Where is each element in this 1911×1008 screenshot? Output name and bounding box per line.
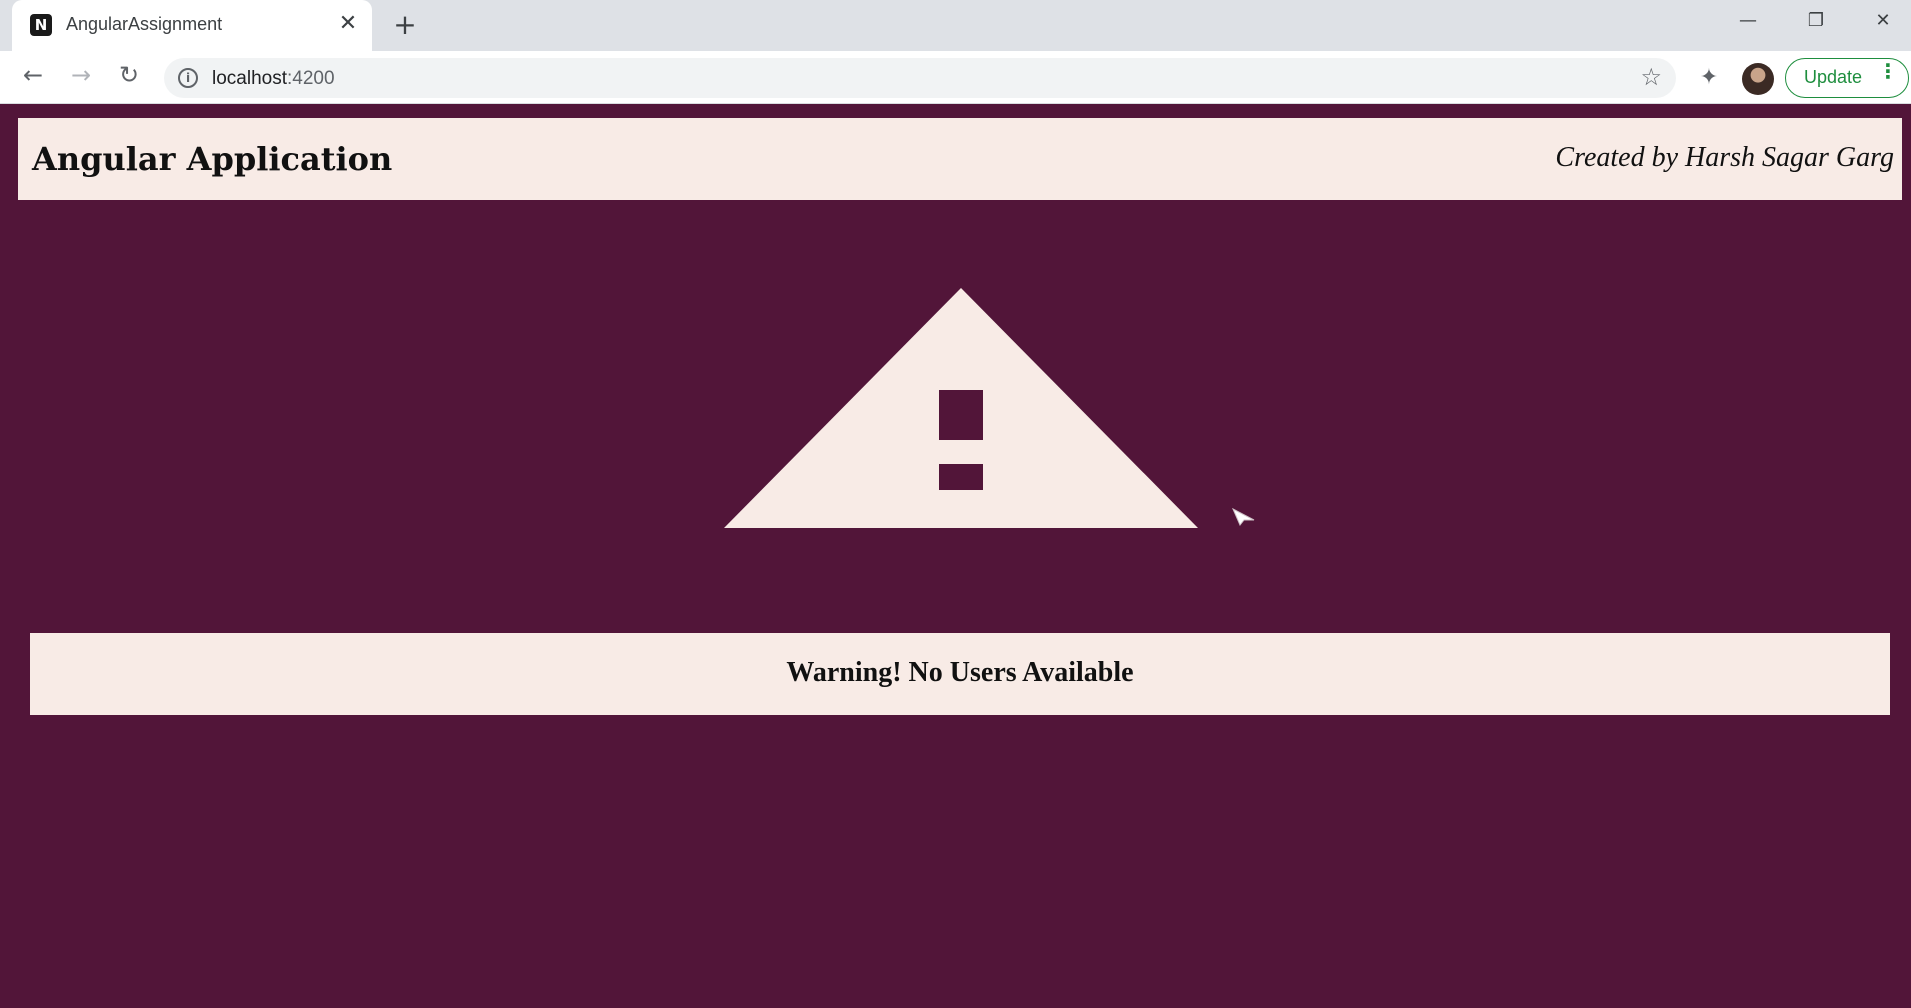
- update-button[interactable]: Update ⋮: [1785, 58, 1909, 98]
- forward-arrow-icon[interactable]: →: [64, 61, 98, 95]
- update-label: Update: [1804, 67, 1863, 87]
- browser-toolbar: ← → ↻ i localhost:4200 ☆ ✦ Update ⋮: [0, 51, 1911, 104]
- warning-triangle-icon: [724, 288, 1198, 528]
- profile-avatar[interactable]: [1742, 63, 1774, 95]
- site-info-icon[interactable]: i: [178, 68, 198, 88]
- mouse-cursor-icon: [1232, 508, 1255, 526]
- restore-icon[interactable]: ❐: [1788, 0, 1844, 42]
- app-header: Angular Application Created by Harsh Sag…: [18, 118, 1902, 200]
- close-icon[interactable]: ✕: [335, 11, 361, 37]
- star-icon[interactable]: ☆: [1640, 63, 1662, 91]
- browser-tab[interactable]: N AngularAssignment ✕: [12, 0, 372, 51]
- browser-tabstrip: N AngularAssignment ✕ + — ❐ ✕: [0, 0, 1911, 51]
- reload-icon[interactable]: ↻: [112, 61, 146, 95]
- url-host: localhost: [212, 68, 287, 89]
- warning-banner: Warning! No Users Available: [30, 633, 1890, 715]
- angular-favicon-icon: N: [30, 14, 52, 36]
- warning-message: Warning! No Users Available: [786, 657, 1134, 688]
- vertical-dots-icon[interactable]: ⋮: [1878, 59, 1898, 83]
- url-port: :4200: [287, 68, 335, 89]
- tab-title: AngularAssignment: [66, 14, 223, 34]
- author-credit: Created by Harsh Sagar Garg: [1555, 142, 1894, 173]
- url-text[interactable]: localhost:4200: [212, 68, 335, 90]
- address-bar[interactable]: i localhost:4200 ☆: [164, 58, 1676, 98]
- back-arrow-icon[interactable]: ←: [16, 61, 50, 95]
- new-tab-plus-icon[interactable]: +: [390, 10, 420, 40]
- page-title: Angular Application: [32, 140, 393, 178]
- puzzle-icon[interactable]: ✦: [1694, 63, 1724, 93]
- window-close-icon[interactable]: ✕: [1855, 0, 1911, 42]
- minimize-icon[interactable]: —: [1720, 0, 1776, 42]
